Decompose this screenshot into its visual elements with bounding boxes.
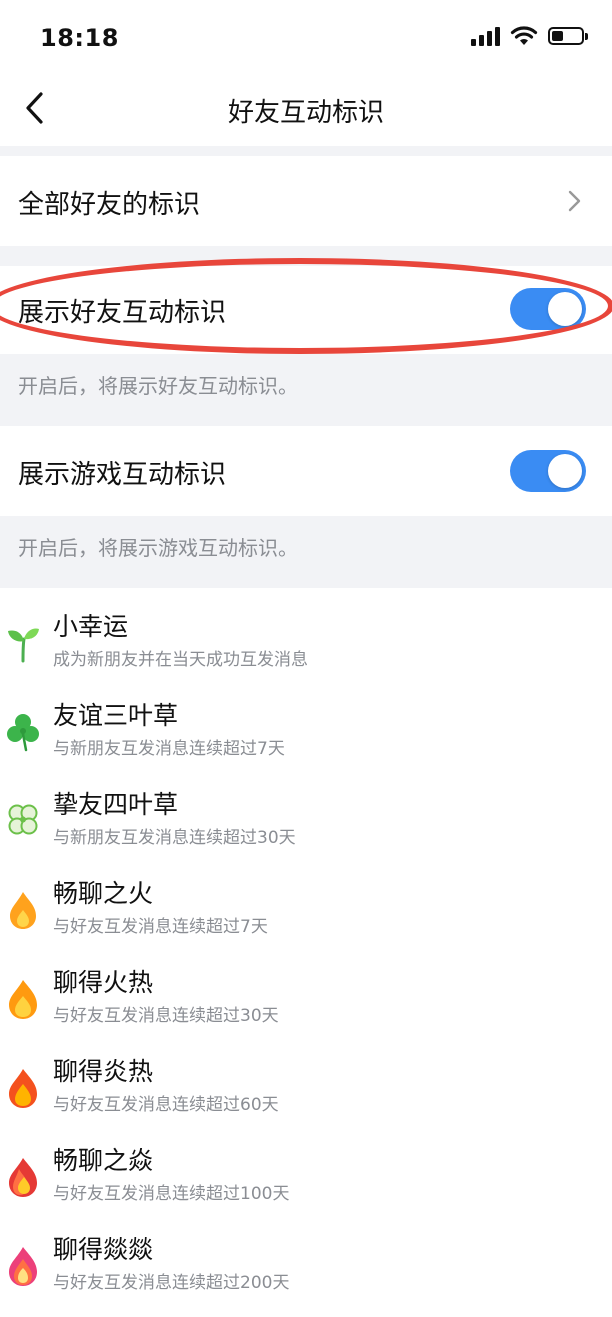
list-item: 挚友四叶草 与新朋友互发消息连续超过30天 [0, 781, 612, 870]
game-interaction-badge-label: 展示游戏互动标识 [18, 460, 227, 490]
navigation-bar: 好友互动标识 [0, 72, 612, 146]
red-flame-icon [9, 1069, 37, 1108]
status-bar: 18:18 [0, 0, 612, 72]
page-title: 好友互动标识 [227, 98, 384, 128]
badge-description: 与好友互发消息连续超过60天 [53, 1095, 279, 1115]
all-friends-badges-row[interactable]: 全部好友的标识 [0, 156, 612, 246]
list-item: 聊得炎热 与好友互发消息连续超过60天 [0, 1048, 612, 1137]
badge-title: 小幸运 [53, 612, 129, 641]
small-flame-icon [10, 892, 36, 929]
toggle-knob [548, 454, 582, 488]
battery-icon [548, 27, 588, 45]
game-interaction-badge-toggle[interactable] [510, 450, 586, 492]
chevron-right-icon [568, 190, 581, 212]
badge-description: 与新朋友互发消息连续超过7天 [53, 739, 285, 759]
list-item: 聊得火热 与好友互发消息连续超过30天 [0, 959, 612, 1048]
badge-title: 挚友四叶草 [53, 790, 179, 819]
pink-flame-icon [9, 1247, 37, 1286]
double-flame-icon [9, 1158, 37, 1197]
friend-interaction-badge-label: 展示好友互动标识 [18, 298, 227, 328]
badge-description: 成为新朋友并在当天成功互发消息 [53, 650, 308, 670]
list-item: 聊得燚燚 与好友互发消息连续超过200天 [0, 1226, 612, 1315]
game-interaction-hint: 开启后，将展示游戏互动标识。 [18, 536, 298, 560]
signal-bars-icon [471, 26, 500, 46]
section-divider [0, 146, 612, 156]
game-interaction-badge-row: 展示游戏互动标识 [0, 426, 612, 516]
badge-title: 聊得燚燚 [53, 1235, 154, 1264]
badge-title: 聊得炎热 [53, 1057, 154, 1086]
badge-description: 与新朋友互发消息连续超过30天 [53, 828, 296, 848]
badge-description: 与好友互发消息连续超过30天 [53, 1006, 279, 1026]
flame-icon [9, 980, 37, 1019]
badge-title: 畅聊之焱 [53, 1146, 154, 1175]
friend-interaction-badge-toggle[interactable] [510, 288, 586, 330]
four-leaf-clover-icon [8, 804, 38, 835]
badge-title: 聊得火热 [53, 968, 154, 997]
badge-description: 与好友互发消息连续超过200天 [53, 1273, 290, 1293]
friend-interaction-hint: 开启后，将展示好友互动标识。 [18, 374, 298, 398]
friend-interaction-hint-section: 开启后，将展示好友互动标识。 [0, 354, 612, 426]
status-time: 18:18 [40, 24, 119, 52]
status-icons [471, 26, 588, 46]
wifi-icon [510, 26, 538, 45]
game-interaction-hint-section: 开启后，将展示游戏互动标识。 [0, 516, 612, 588]
badge-description: 与好友互发消息连续超过7天 [53, 917, 268, 937]
badge-description: 与好友互发消息连续超过100天 [53, 1184, 290, 1204]
list-item: 友谊三叶草 与新朋友互发消息连续超过7天 [0, 692, 612, 781]
badge-title: 友谊三叶草 [53, 701, 179, 730]
list-item: 畅聊之火 与好友互发消息连续超过7天 [0, 870, 612, 959]
badge-title: 畅聊之火 [53, 879, 154, 908]
list-item: 畅聊之焱 与好友互发消息连续超过100天 [0, 1137, 612, 1226]
sprout-icon [8, 628, 39, 663]
all-friends-badges-label: 全部好友的标识 [18, 190, 201, 220]
three-leaf-clover-icon [7, 714, 39, 752]
list-item: 小幸运 成为新朋友并在当天成功互发消息 [0, 603, 612, 692]
toggle-knob [548, 292, 582, 326]
section-divider [0, 246, 612, 266]
friend-interaction-badge-row: 展示好友互动标识 [0, 266, 612, 354]
